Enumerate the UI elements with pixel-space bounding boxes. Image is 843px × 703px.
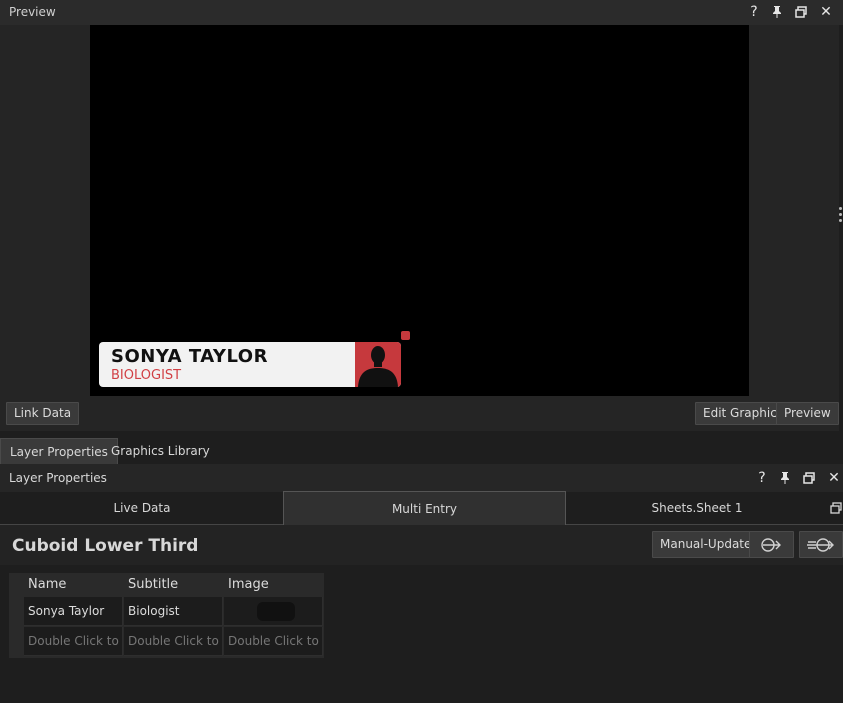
graphic-header: Cuboid Lower Third Manual-Update [0,525,843,565]
preview-button[interactable]: Preview [776,402,839,425]
table-cell-placeholder[interactable]: Double Click to Edit [124,627,223,656]
segment-live-data[interactable]: Live Data [0,491,284,525]
lower-third-graphic: SONYA TAYLOR BIOLOGIST [99,331,410,388]
table-cell[interactable]: Sonya Taylor [24,597,123,626]
restore-icon[interactable] [795,6,809,18]
preview-panel-titlebar: Preview ? ✕ [0,0,843,25]
manual-update-button[interactable]: Manual-Update [652,531,760,558]
pin-icon[interactable] [771,5,785,19]
edit-graphic-button[interactable]: Edit Graphic [695,402,785,425]
preview-panel-title: Preview [9,5,56,19]
bottom-tab-bar: Layer Properties Graphics Library [0,436,843,464]
lower-third-box: SONYA TAYLOR BIOLOGIST [99,342,401,387]
preview-area: SONYA TAYLOR BIOLOGIST Link Data Edit Gr… [0,25,839,431]
column-header-image[interactable]: Image [218,573,324,597]
panel-resize-grip[interactable] [839,207,843,223]
take-in-button[interactable] [749,531,794,558]
person-silhouette-icon [355,342,401,387]
layer-properties-title: Layer Properties [9,471,107,485]
table-cell-placeholder[interactable]: Double Click to Edit [224,627,323,656]
popout-icon[interactable] [828,491,843,525]
layer-window-controls: ? ✕ [755,469,841,487]
pin-icon[interactable] [779,471,793,485]
graphic-title: Cuboid Lower Third [12,536,199,556]
lower-third-subtitle: BIOLOGIST [111,368,182,383]
table-cell[interactable]: Biologist [124,597,223,626]
layer-properties-titlebar: Layer Properties ? ✕ [0,464,843,492]
image-thumbnail [257,602,295,621]
preview-canvas[interactable]: SONYA TAYLOR BIOLOGIST [90,25,749,396]
column-header-name[interactable]: Name [18,573,118,597]
preview-window-controls: ? ✕ [747,3,833,21]
take-all-button[interactable] [799,531,843,558]
table-cell-placeholder[interactable]: Double Click to Edit [24,627,123,656]
arrow-multi-icon [807,538,834,552]
tab-graphics-library[interactable]: Graphics Library [102,438,219,464]
lower-third-name: SONYA TAYLOR [111,346,268,367]
lower-third-accent-dot [401,331,410,340]
table-cell-image[interactable] [224,597,323,626]
arrow-in-icon [760,538,781,552]
restore-icon[interactable] [803,472,817,484]
multi-entry-table: Name Subtitle Image Sonya Taylor Biologi… [9,573,324,658]
tab-layer-properties[interactable]: Layer Properties [0,438,118,464]
help-icon[interactable]: ? [747,3,761,21]
close-icon[interactable]: ✕ [819,3,833,21]
link-data-button[interactable]: Link Data [6,402,80,425]
column-header-subtitle[interactable]: Subtitle [118,573,218,597]
close-icon[interactable]: ✕ [827,469,841,487]
help-icon[interactable]: ? [755,469,769,487]
segment-sheets[interactable]: Sheets.Sheet 1 [566,491,828,525]
segment-multi-entry[interactable]: Multi Entry [283,491,566,525]
